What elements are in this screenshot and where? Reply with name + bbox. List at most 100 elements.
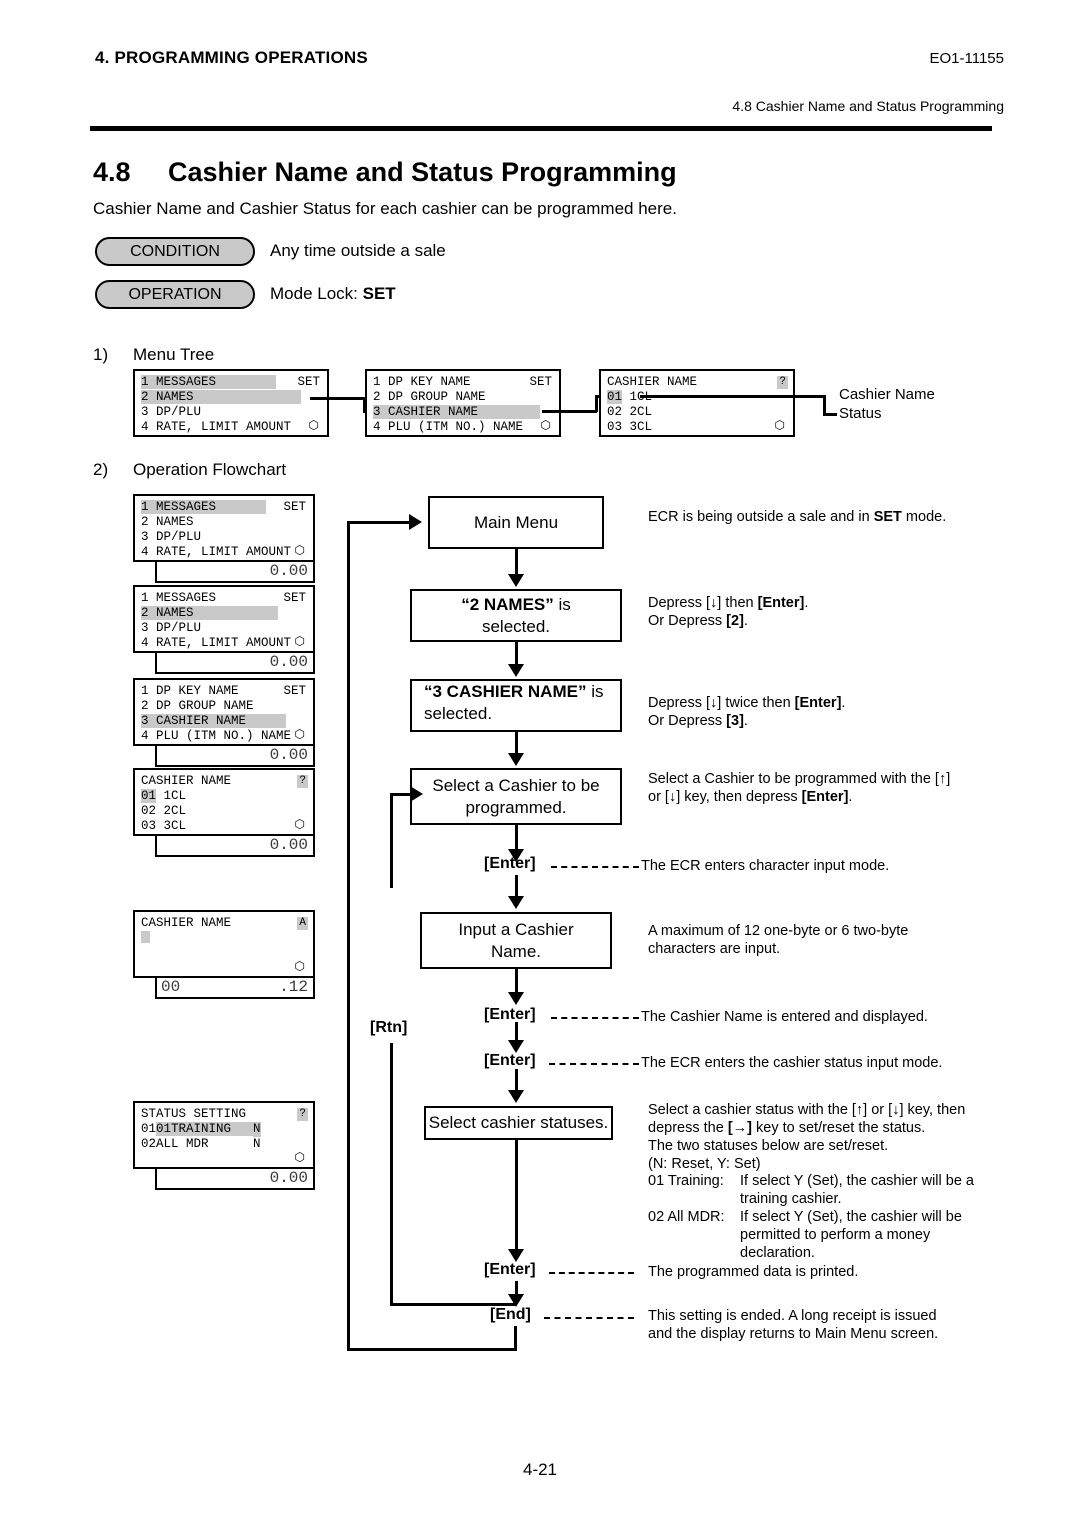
lcd-row: 0101TRAINING N xyxy=(135,1122,313,1137)
flow-display-5: CASHIER NAME A ⬡ xyxy=(133,910,315,978)
return-loop-outer xyxy=(347,521,409,524)
note-line: Or Depress [3]. xyxy=(648,712,993,730)
note-status-02: 02 All MDR: If select Y (Set), the cashie… xyxy=(648,1208,998,1262)
lcd-title: CASHIER NAME xyxy=(607,375,698,389)
header-rule xyxy=(90,126,992,131)
lcd-row: 1 MESSAGES SET xyxy=(135,375,327,390)
running-head: 4.8 Cashier Name and Status Programming xyxy=(732,98,1004,114)
lcd-row-index: 01 xyxy=(607,390,623,404)
flow-subdisplay-4: 0.00 xyxy=(155,836,315,857)
scroll-arrows-icon: ⬡ xyxy=(294,817,305,831)
subsection-2-label: Operation Flowchart xyxy=(133,460,287,479)
lcd-row: 4 RATE, LIMIT AMOUNT xyxy=(141,420,292,434)
note-data-printed: The programmed data is printed. xyxy=(648,1264,859,1280)
note-bold-set: SET xyxy=(873,509,902,525)
status-item-text: If select Y (Set), the cashier will be xyxy=(740,1209,962,1225)
status-row-value: N xyxy=(253,1137,261,1151)
callout-line xyxy=(823,413,837,416)
tree-connector xyxy=(595,396,598,412)
lcd-row: STATUS SETTING? xyxy=(135,1107,313,1122)
leader-line xyxy=(544,1317,634,1319)
scroll-arrows-icon: ⬡ xyxy=(540,418,551,432)
key-enter-3: [Enter] xyxy=(484,1052,536,1069)
lcd-row: 02ALL MDR N xyxy=(135,1137,313,1152)
page-number: 4-21 xyxy=(522,1460,558,1479)
lcd-row: 1 DP KEY NAME SET xyxy=(135,684,313,699)
note-line: 01 Training: If select Y (Set), the cashi… xyxy=(648,1172,998,1190)
lcd-row: 4 PLU (ITM NO.) NAME xyxy=(141,729,292,743)
flow-box-quoted: “2 NAMES” xyxy=(461,594,554,614)
lcd-row: 3 DP/PLU xyxy=(141,405,202,419)
lcd-row: 01 1CL xyxy=(135,789,313,804)
callout-cashier-name: Cashier Name xyxy=(839,386,935,403)
menu-tree-panel-2: 1 DP KEY NAME SET 2 DP GROUP NAME 3 CASHI… xyxy=(365,369,561,437)
lcd-row-text: 3 CASHIER NAME xyxy=(373,405,541,419)
lcd-row xyxy=(135,931,313,946)
flow-box-names-selected: “2 NAMES” is selected. xyxy=(410,589,622,642)
lcd-row xyxy=(135,946,313,961)
tree-connector xyxy=(542,410,597,413)
key-enter-1: [Enter] xyxy=(484,855,536,872)
lcd-row xyxy=(135,961,313,976)
flow-display-2: 1 MESSAGES SET 2 NAMES 3 DP/PLU 4 RATE, L… xyxy=(133,585,315,653)
note-line: This setting is ended. A long receipt is… xyxy=(648,1308,937,1324)
lcd-corner: SET xyxy=(283,500,306,514)
flow-box-line1: “2 NAMES” is xyxy=(461,594,571,616)
flow-display-6: STATUS SETTING? 0101TRAINING N 02ALL MDR N… xyxy=(133,1101,315,1169)
lcd-row: 3 CASHIER NAME xyxy=(135,714,313,729)
subdisplay-right: .12 xyxy=(279,978,308,996)
note-line: Depress [↓] twice then [Enter]. xyxy=(648,694,993,712)
lcd-corner: ? xyxy=(297,775,308,788)
return-loop-outer xyxy=(347,1348,517,1351)
status-row-value: N xyxy=(253,1122,261,1137)
lcd-row: 1 DP KEY NAME SET xyxy=(367,375,559,390)
flow-box-cashier-name-selected: “3 CASHIER NAME” is selected. xyxy=(410,679,622,732)
lcd-row-text: 2 NAMES xyxy=(141,390,301,404)
flow-display-1: 1 MESSAGES SET 2 NAMES 3 DP/PLU 4 RATE, L… xyxy=(133,494,315,562)
note-text: . xyxy=(848,789,853,805)
flow-subdisplay-5: 00.12 xyxy=(155,978,315,999)
status-item-text: training cashier. xyxy=(740,1191,842,1207)
status-row-label: 02ALL MDR xyxy=(141,1137,209,1151)
note-line: training cashier. xyxy=(648,1190,998,1208)
lcd-corner: ? xyxy=(777,376,788,389)
note-line: (N: Reset, Y: Set) xyxy=(648,1156,761,1172)
status-item-text: declaration. xyxy=(740,1245,815,1261)
flow-box-line1: Input a Cashier xyxy=(458,919,574,939)
operation-text: Mode Lock: SET xyxy=(270,284,396,304)
key-rtn: [Rtn] xyxy=(370,1019,408,1036)
lcd-mode-indicator: A xyxy=(297,917,308,930)
lcd-row: 4 RATE, LIMIT AMOUNT xyxy=(141,636,292,650)
flow-arrow-head xyxy=(508,753,524,766)
note-text: . xyxy=(841,695,846,711)
note-status-01: 01 Training: If select Y (Set), the cashi… xyxy=(648,1172,998,1208)
return-loop-arrow xyxy=(410,786,423,802)
lcd-row: 2 NAMES xyxy=(135,390,327,405)
status-row-index: 01 xyxy=(141,1122,157,1136)
scroll-arrows-icon: ⬡ xyxy=(294,727,305,741)
leader-line xyxy=(551,866,639,868)
text-cursor xyxy=(141,931,150,943)
return-loop-inner xyxy=(390,1303,515,1306)
menu-tree-panel-1: 1 MESSAGES SET 2 NAMES 3 DP/PLU 4 RATE, L… xyxy=(133,369,329,437)
note-line: Select a cashier status with the [↑] or … xyxy=(648,1102,966,1118)
lcd-row: 4 RATE, LIMIT AMOUNT xyxy=(141,545,292,559)
subsection-2-number: 2) xyxy=(93,460,109,479)
lcd-row: 2 DP GROUP NAME xyxy=(373,390,486,404)
lcd-row-text: 1 DP KEY NAME xyxy=(141,684,239,698)
note-line: or [↓] key, then depress [Enter]. xyxy=(648,788,998,806)
page-title: Cashier Name and Status Programming xyxy=(168,157,677,187)
note-names: Depress [↓] then [Enter]. Or Depress [2]… xyxy=(648,594,993,630)
flow-box-select-cashier: Select a Cashier to be programmed. xyxy=(410,768,622,825)
flow-subdisplay-3: 0.00 xyxy=(155,746,315,767)
flow-display-3: 1 DP KEY NAME SET 2 DP GROUP NAME 3 CASHI… xyxy=(133,678,315,746)
return-loop-outer xyxy=(347,521,350,1349)
callout-status: Status xyxy=(839,405,882,422)
subsection-1-number: 1) xyxy=(93,345,109,364)
flow-box-rest: is xyxy=(553,594,571,614)
note-line: 02 All MDR: If select Y (Set), the cashie… xyxy=(648,1208,998,1226)
lcd-row-text: 1 MESSAGES xyxy=(141,591,217,605)
note-line: depress the [→] key to set/reset the sta… xyxy=(648,1119,998,1137)
note-select-status: Select a cashier status with the [↑] or … xyxy=(648,1101,998,1173)
condition-badge: CONDITION xyxy=(95,237,255,266)
